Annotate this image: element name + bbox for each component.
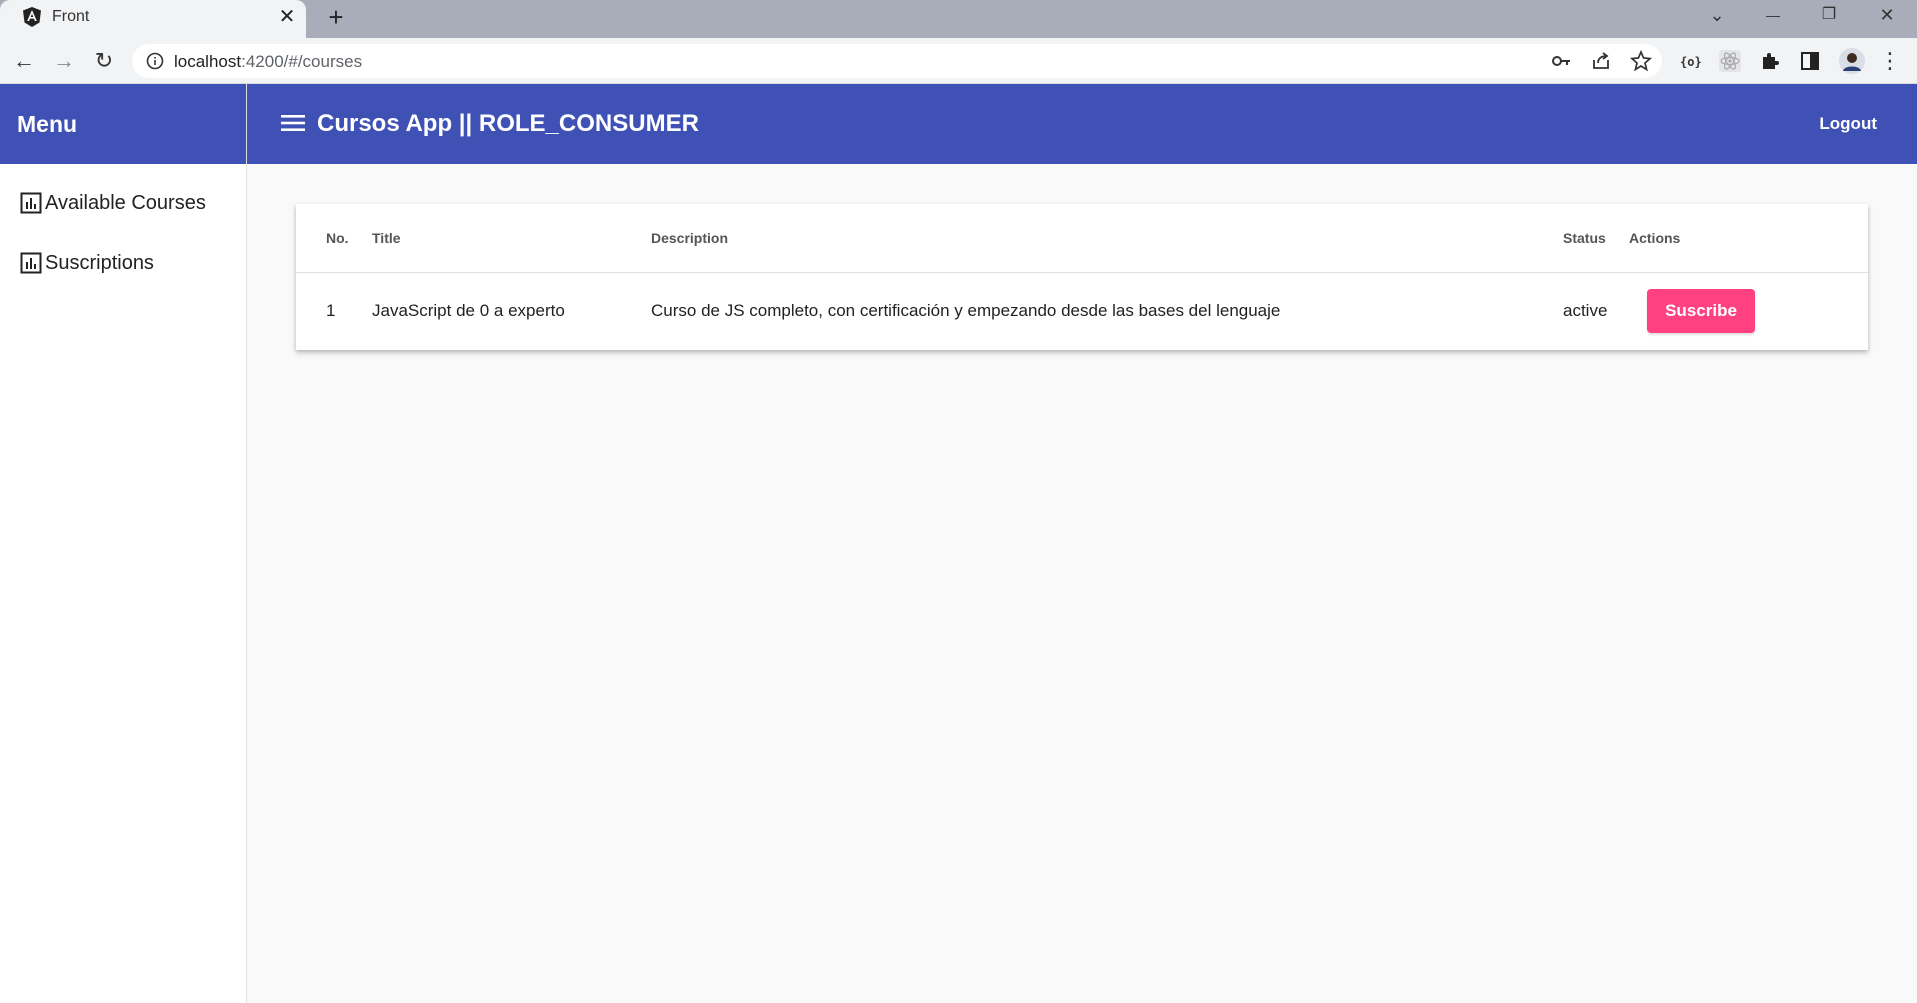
angular-logo-icon bbox=[23, 7, 41, 27]
react-devtools-icon[interactable] bbox=[1718, 49, 1742, 73]
tab-search-icon[interactable]: ⌄ bbox=[1703, 2, 1731, 28]
url-text[interactable]: localhost:4200/#/courses bbox=[174, 52, 362, 72]
svg-text:{o}: {o} bbox=[1680, 55, 1702, 69]
main-content: No. Title Description Status Actions 1 J… bbox=[247, 164, 1917, 1003]
json-extension-icon[interactable]: {o} bbox=[1678, 49, 1702, 73]
bar-chart-icon bbox=[20, 252, 42, 274]
suscribe-button[interactable]: Suscribe bbox=[1647, 289, 1755, 333]
column-header-title[interactable]: Title bbox=[372, 230, 401, 246]
browser-toolbar: ← → ↻ localhost:4200/#/courses {o} ⋮ bbox=[0, 38, 1917, 84]
side-panel-icon[interactable] bbox=[1798, 49, 1822, 73]
forward-icon[interactable]: → bbox=[50, 47, 78, 75]
sidebar-item-suscriptions[interactable]: Suscriptions bbox=[19, 243, 154, 283]
restore-icon[interactable]: ❐ bbox=[1815, 2, 1843, 28]
column-header-actions[interactable]: Actions bbox=[1629, 230, 1680, 246]
site-info-icon[interactable] bbox=[146, 52, 164, 70]
profile-avatar-icon[interactable] bbox=[1838, 47, 1866, 75]
address-bar[interactable]: localhost:4200/#/courses bbox=[132, 44, 1662, 78]
sidebar-item-label: Available Courses bbox=[45, 191, 206, 214]
cell-status: active bbox=[1563, 301, 1608, 320]
table-header: No. Title Description Status Actions bbox=[296, 204, 1868, 273]
back-icon[interactable]: ← bbox=[10, 47, 38, 75]
tab-close-icon[interactable]: ✕ bbox=[276, 5, 298, 29]
menu-icon[interactable] bbox=[280, 112, 306, 134]
sidebar: Menu Available Courses Suscriptions bbox=[0, 84, 247, 1003]
cell-no: 1 bbox=[326, 301, 336, 320]
sidebar-title: Menu bbox=[0, 84, 246, 164]
browser-tabstrip: Front ✕ + ⌄ — ❐ ✕ bbox=[0, 0, 1917, 38]
window-close-icon[interactable]: ✕ bbox=[1873, 2, 1901, 28]
column-header-no[interactable]: No. bbox=[326, 230, 349, 246]
share-icon[interactable] bbox=[1590, 50, 1612, 72]
extensions-puzzle-icon[interactable] bbox=[1758, 49, 1782, 73]
new-tab-button[interactable]: + bbox=[322, 3, 350, 31]
bar-chart-icon bbox=[20, 192, 42, 214]
bookmark-star-icon[interactable] bbox=[1630, 50, 1652, 72]
password-key-icon[interactable] bbox=[1550, 50, 1572, 72]
app-toolbar: Cursos App || ROLE_CONSUMER Logout bbox=[247, 84, 1917, 164]
sidebar-item-available-courses[interactable]: Available Courses bbox=[19, 183, 206, 223]
reload-icon[interactable]: ↻ bbox=[90, 47, 118, 75]
column-header-status[interactable]: Status bbox=[1563, 230, 1606, 246]
app-title: Cursos App || ROLE_CONSUMER bbox=[317, 110, 699, 137]
minimize-icon[interactable]: — bbox=[1759, 2, 1787, 28]
browser-tab[interactable]: Front ✕ bbox=[0, 0, 306, 38]
column-header-description[interactable]: Description bbox=[651, 230, 728, 246]
sidebar-item-label: Suscriptions bbox=[45, 251, 154, 274]
tab-title: Front bbox=[52, 8, 90, 25]
cell-description: Curso de JS completo, con certificación … bbox=[651, 301, 1281, 320]
browser-menu-icon[interactable]: ⋮ bbox=[1876, 47, 1904, 75]
courses-table: No. Title Description Status Actions 1 J… bbox=[296, 204, 1868, 350]
cell-title: JavaScript de 0 a experto bbox=[372, 301, 565, 320]
logout-button[interactable]: Logout bbox=[1819, 114, 1877, 134]
